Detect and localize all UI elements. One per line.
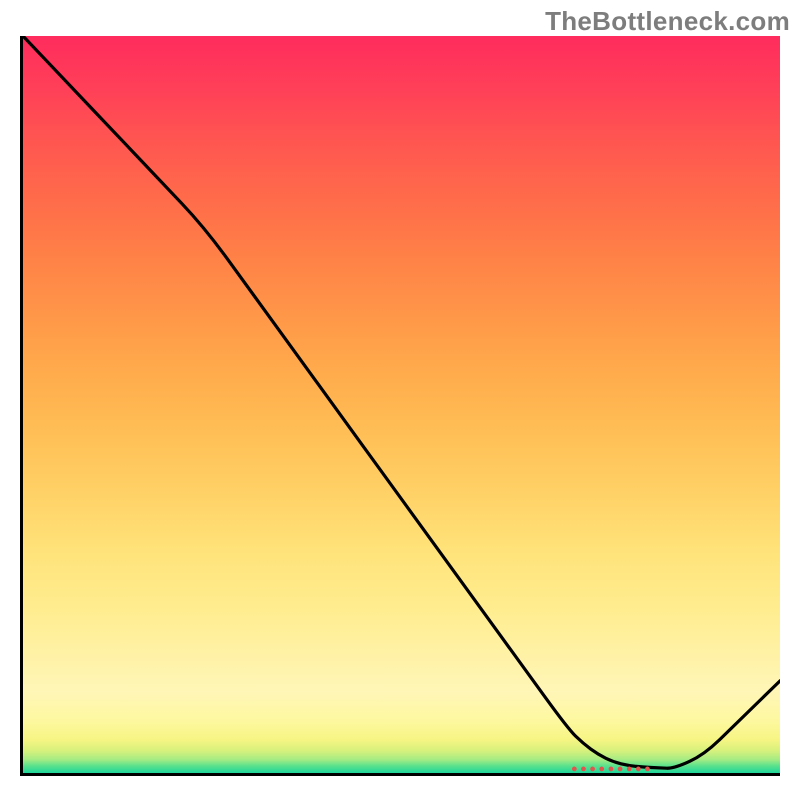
watermark-text: TheBottleneck.com [545, 6, 790, 37]
plot-area: ●●●●●●●●● [20, 36, 780, 776]
curve-layer [23, 36, 780, 773]
chart-frame: TheBottleneck.com ●●●●●●●●● [0, 0, 800, 800]
optimum-marker: ●●●●●●●●● [571, 763, 653, 775]
bottleneck-curve [23, 36, 780, 768]
